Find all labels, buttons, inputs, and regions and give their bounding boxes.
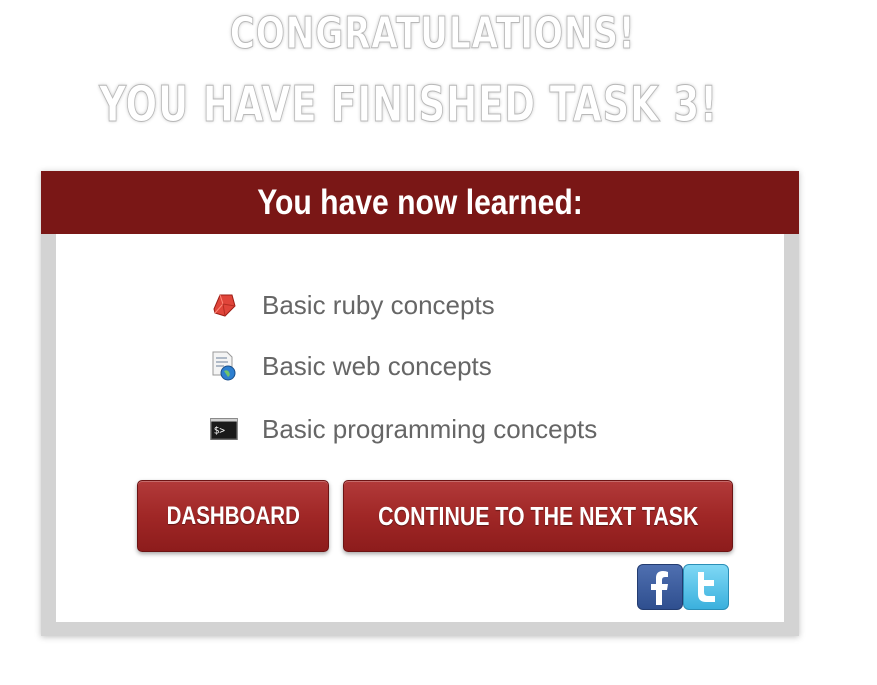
headline-congratulations: CONGRATULATIONS! <box>229 8 636 60</box>
facebook-icon[interactable] <box>637 564 683 610</box>
learned-item-label: Basic programming concepts <box>262 413 598 444</box>
panel-body: Basic ruby concepts Basic web concepts $… <box>56 234 784 622</box>
ruby-gem-icon <box>210 291 238 319</box>
next-task-button[interactable]: CONTINUE TO THE NEXT TASK <box>343 480 733 552</box>
svg-text:$>: $> <box>214 426 226 437</box>
learned-item-label: Basic ruby concepts <box>262 289 495 320</box>
learned-item-web: Basic web concepts <box>210 349 492 383</box>
panel-header: You have now learned: <box>41 171 799 234</box>
learned-item-label: Basic web concepts <box>262 350 492 381</box>
learned-item-programming: $> Basic programming concepts <box>210 412 597 446</box>
headline-finished-task: YOU HAVE FINISHED TASK 3! <box>99 76 718 134</box>
twitter-icon[interactable] <box>683 564 729 610</box>
learned-item-ruby: Basic ruby concepts <box>210 288 495 322</box>
panel-title: You have now learned: <box>257 183 583 222</box>
web-document-icon <box>210 351 238 381</box>
terminal-icon: $> <box>210 415 238 443</box>
dashboard-button[interactable]: DASHBOARD <box>137 480 329 552</box>
dashboard-button-label: DASHBOARD <box>166 501 300 530</box>
next-task-button-label: CONTINUE TO THE NEXT TASK <box>377 500 699 531</box>
learned-panel: You have now learned: Basic ruby concept… <box>41 171 799 636</box>
